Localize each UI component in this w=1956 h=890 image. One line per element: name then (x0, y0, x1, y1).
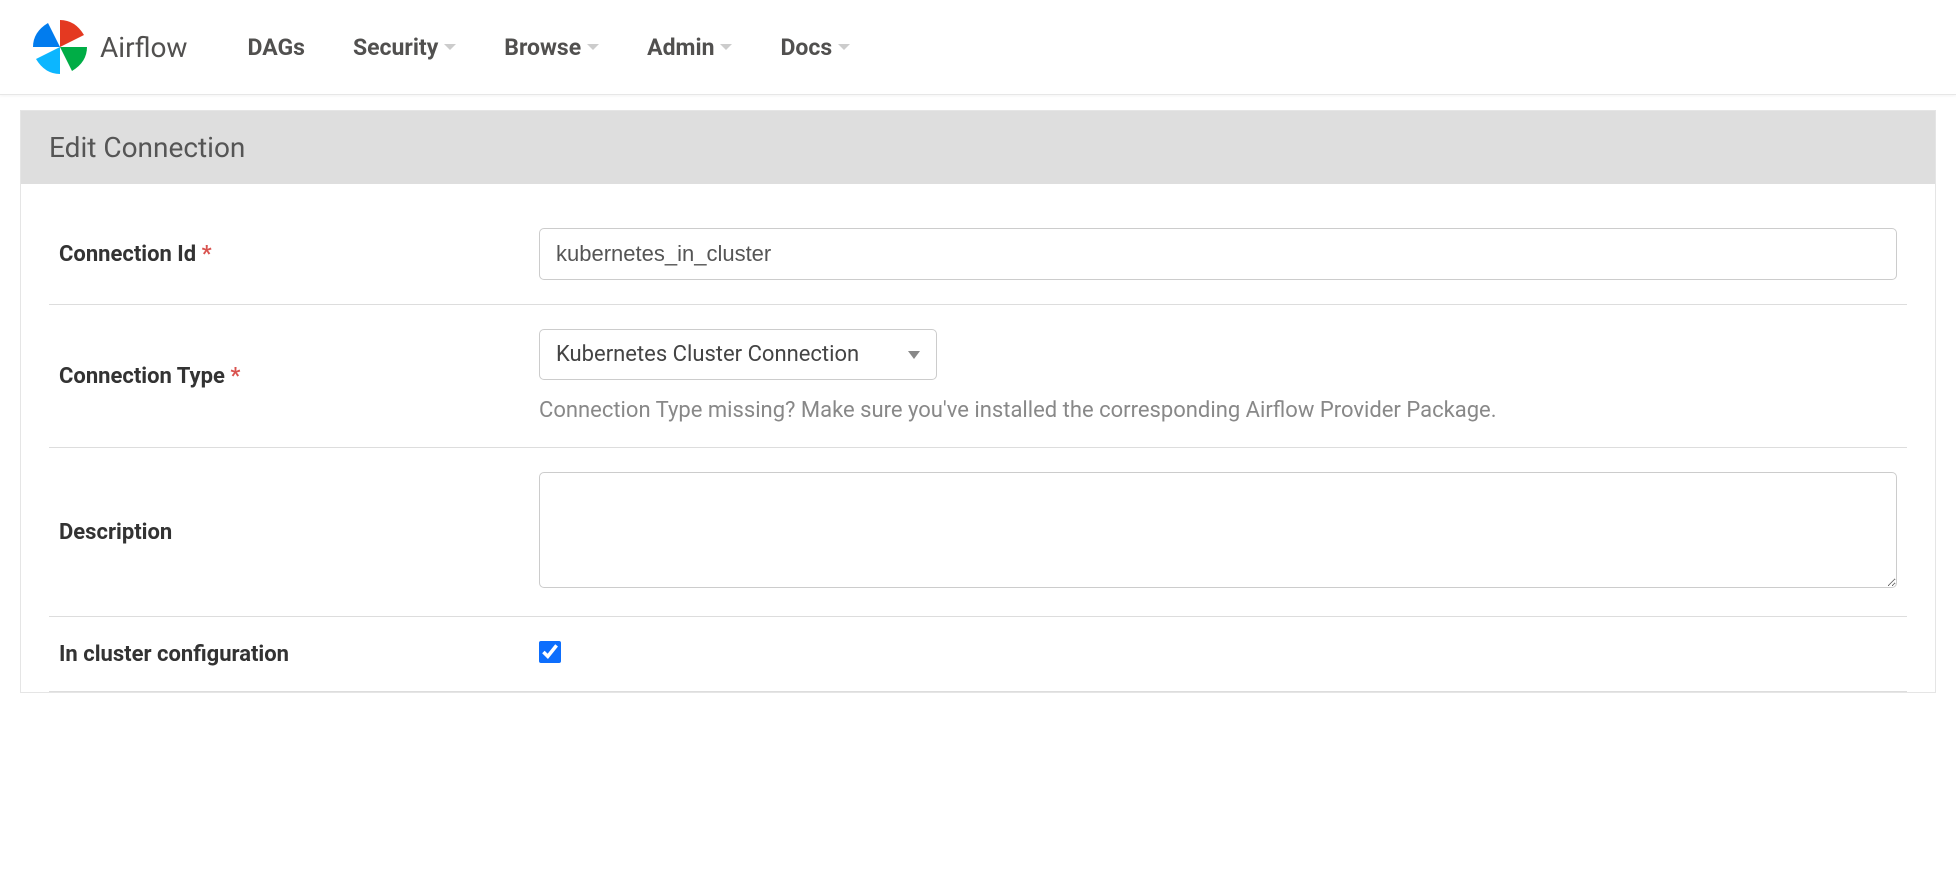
row-connection-id: Connection Id * (49, 204, 1907, 305)
form-table: Connection Id * Connection Type * (49, 204, 1907, 692)
row-in-cluster: In cluster configuration (49, 617, 1907, 692)
panel-header: Edit Connection (21, 111, 1935, 184)
select-value: Kubernetes Cluster Connection (556, 342, 859, 367)
nav-label: Docs (780, 34, 832, 61)
required-marker: * (230, 364, 240, 389)
nav-label: Browse (504, 34, 581, 61)
navbar-brand[interactable]: Airflow (30, 17, 187, 77)
connection-type-help: Connection Type missing? Make sure you'v… (539, 398, 1897, 423)
nav-item-security[interactable]: Security (353, 34, 456, 61)
label-text: Description (59, 520, 172, 545)
panel-title: Edit Connection (49, 131, 1907, 164)
label-text: Connection Type (59, 364, 225, 389)
brand-text: Airflow (100, 31, 187, 64)
chevron-down-icon (444, 44, 456, 50)
chevron-down-icon (838, 44, 850, 50)
row-connection-type: Connection Type * Kubernetes Cluster Con… (49, 305, 1907, 448)
label-connection-id: Connection Id * (49, 204, 529, 305)
nav-item-docs[interactable]: Docs (780, 34, 850, 61)
connection-type-select[interactable]: Kubernetes Cluster Connection (539, 329, 937, 380)
edit-connection-panel: Edit Connection Connection Id * Connecti… (20, 110, 1936, 693)
nav-item-dags[interactable]: DAGs (247, 34, 304, 61)
row-description: Description (49, 448, 1907, 617)
chevron-down-icon (720, 44, 732, 50)
in-cluster-checkbox[interactable] (539, 641, 561, 663)
nav-label: Admin (647, 34, 714, 61)
connection-id-input[interactable] (539, 228, 1897, 280)
chevron-down-icon (908, 351, 920, 359)
airflow-logo-icon (30, 17, 90, 77)
navbar: Airflow DAGs Security Browse Admin Docs (0, 0, 1956, 95)
nav-label: Security (353, 34, 438, 61)
label-description: Description (49, 448, 529, 617)
nav-label: DAGs (247, 34, 304, 61)
nav-menu: DAGs Security Browse Admin Docs (247, 34, 850, 61)
nav-item-browse[interactable]: Browse (504, 34, 599, 61)
label-text: Connection Id (59, 242, 196, 267)
label-in-cluster: In cluster configuration (49, 617, 529, 692)
panel-body: Connection Id * Connection Type * (21, 184, 1935, 692)
description-input[interactable] (539, 472, 1897, 588)
chevron-down-icon (587, 44, 599, 50)
required-marker: * (202, 242, 212, 267)
label-text: In cluster configuration (59, 642, 289, 667)
nav-item-admin[interactable]: Admin (647, 34, 732, 61)
content: Edit Connection Connection Id * Connecti… (0, 110, 1956, 693)
label-connection-type: Connection Type * (49, 305, 529, 448)
